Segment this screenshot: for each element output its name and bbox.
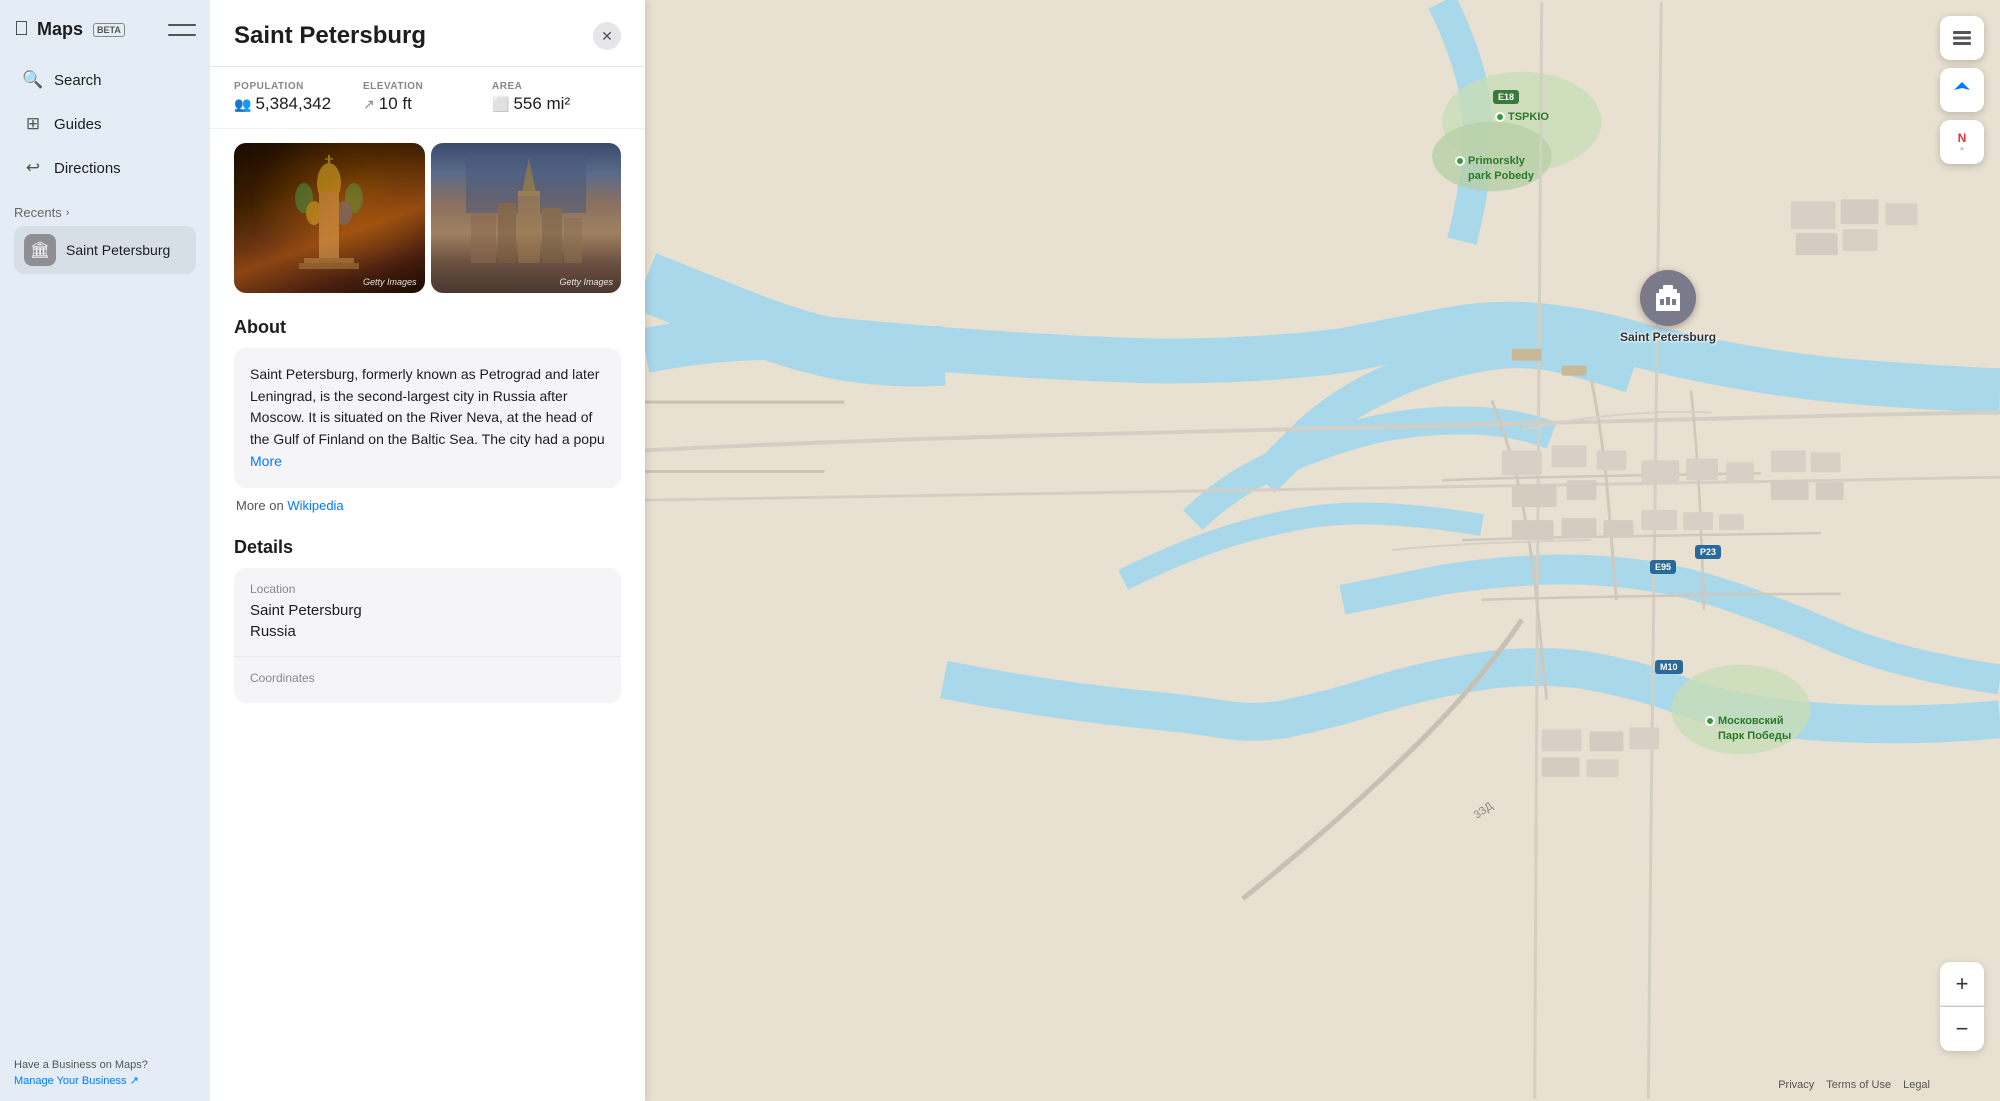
area-value: ⬜ 556 mi² <box>492 94 621 114</box>
poi-moskovsky: Московский Парк Победы <box>1705 715 1791 742</box>
nav-label-guides: Guides <box>54 116 102 133</box>
population-stat: POPULATION 👥 5,384,342 <box>234 81 363 114</box>
location-title: Saint Petersburg <box>234 22 426 50</box>
photo-2-caption: Getty Images <box>559 277 613 287</box>
area-label: AREA <box>492 81 621 92</box>
nav-label-directions: Directions <box>54 160 121 177</box>
pin-circle <box>1640 270 1696 326</box>
zoom-controls: + − <box>1940 962 1984 1051</box>
recent-item-saint-petersburg[interactable]: 🏛 Saint Petersburg <box>14 226 196 274</box>
road-badge-p23: P23 <box>1695 545 1721 559</box>
road-badge-m10: M10 <box>1655 660 1683 674</box>
app-title: Maps <box>37 19 83 40</box>
poi-dot-tspkio <box>1495 112 1505 122</box>
coordinates-row: Coordinates <box>234 657 621 703</box>
privacy-link[interactable]: Privacy <box>1778 1079 1814 1091</box>
elevation-icon: ↗ <box>363 96 375 113</box>
photo-1-caption: Getty Images <box>363 277 417 287</box>
photos-row: Getty Images <box>210 129 645 307</box>
nav-item-guides[interactable]: ⊞ Guides <box>10 103 200 145</box>
layers-icon <box>1951 27 1973 49</box>
compass-dot: ● <box>1960 145 1965 153</box>
compass-button[interactable]: N ● <box>1940 120 1984 164</box>
manage-business-link[interactable]: Manage Your Business ↗ <box>14 1074 196 1087</box>
recents-section: Recents › 🏛 Saint Petersburg <box>0 195 210 280</box>
area-icon: ⬜ <box>492 96 509 113</box>
recents-chevron-icon: › <box>66 207 70 219</box>
guides-icon: ⊞ <box>22 113 44 135</box>
legal-link[interactable]: Legal <box>1903 1079 1930 1091</box>
location-value: Saint PetersburgRussia <box>250 600 605 642</box>
sidebar-footer: Have a Business on Maps? Manage Your Bus… <box>0 1045 210 1101</box>
population-value: 👥 5,384,342 <box>234 94 363 114</box>
elevation-value: ↗ 10 ft <box>363 94 492 114</box>
about-section: About Saint Petersburg, formerly known a… <box>210 307 645 527</box>
wikipedia-link-row: More on Wikipedia <box>234 498 621 513</box>
photo-placeholder-2 <box>431 143 622 293</box>
recents-label[interactable]: Recents › <box>14 205 196 220</box>
elevation-stat: ELEVATION ↗ 10 ft <box>363 81 492 114</box>
about-title: About <box>234 317 621 338</box>
map-area[interactable]: 3ЗД TSPKIO Primorskly park Pobedy Москов… <box>645 0 2000 1101</box>
zoom-out-button[interactable]: − <box>1940 1007 1984 1051</box>
location-arrow-icon <box>1952 80 1972 100</box>
sidebar:  Maps BETA 🔍 Search ⊞ Guides ↩ Directio… <box>0 0 210 1101</box>
nav-label-search: Search <box>54 72 102 89</box>
elevation-label: ELEVATION <box>363 81 492 92</box>
about-card: Saint Petersburg, formerly known as Petr… <box>234 348 621 488</box>
road-badge-e18: E18 <box>1493 90 1519 104</box>
poi-dot-primorskly <box>1455 156 1465 166</box>
directions-icon: ↩ <box>22 157 44 179</box>
city-icon <box>1653 283 1683 313</box>
details-title: Details <box>234 537 621 558</box>
map-svg: 3ЗД <box>645 0 2000 1101</box>
panel-header: Saint Petersburg ✕ <box>210 0 645 67</box>
poi-primorskly: Primorskly park Pobedy <box>1455 155 1534 182</box>
stats-row: POPULATION 👥 5,384,342 ELEVATION ↗ 10 ft… <box>210 67 645 129</box>
map-layers-button[interactable] <box>1940 16 1984 60</box>
location-row: Location Saint PetersburgRussia <box>234 568 621 657</box>
details-section: Details Location Saint PetersburgRussia … <box>210 527 645 723</box>
detail-panel: Saint Petersburg ✕ POPULATION 👥 5,384,34… <box>210 0 645 1101</box>
zoom-in-button[interactable]: + <box>1940 962 1984 1006</box>
business-text: Have a Business on Maps? <box>14 1059 196 1071</box>
search-icon: 🔍 <box>22 69 44 91</box>
apple-logo-icon:  <box>14 18 29 41</box>
recent-item-icon: 🏛 <box>24 234 56 266</box>
detail-card: Location Saint PetersburgRussia Coordina… <box>234 568 621 703</box>
sidebar-header:  Maps BETA <box>0 0 210 53</box>
photo-card-1[interactable]: Getty Images <box>234 143 425 293</box>
sidebar-nav: 🔍 Search ⊞ Guides ↩ Directions <box>0 53 210 195</box>
close-button[interactable]: ✕ <box>593 22 621 50</box>
map-controls-top-right: N ● <box>1940 16 1984 164</box>
sidebar-toggle-button[interactable] <box>168 20 196 40</box>
wikipedia-link[interactable]: Wikipedia <box>287 498 343 513</box>
pin-label: Saint Petersburg <box>1620 330 1716 344</box>
about-text: Saint Petersburg, formerly known as Petr… <box>250 364 605 472</box>
more-link[interactable]: More <box>250 453 282 469</box>
photo-placeholder-1 <box>234 143 425 293</box>
coordinates-label: Coordinates <box>250 671 605 685</box>
map-pin-saint-petersburg[interactable]: Saint Petersburg <box>1620 270 1716 344</box>
location-label: Location <box>250 582 605 596</box>
compass-n-label: N <box>1958 131 1967 145</box>
terms-link[interactable]: Terms of Use <box>1826 1079 1891 1091</box>
recent-item-label: Saint Petersburg <box>66 242 170 258</box>
location-button[interactable] <box>1940 68 1984 112</box>
area-stat: AREA ⬜ 556 mi² <box>492 81 621 114</box>
population-icon: 👥 <box>234 96 251 113</box>
population-label: POPULATION <box>234 81 363 92</box>
road-badge-e95: E95 <box>1650 560 1676 574</box>
photo-card-2[interactable]: Getty Images <box>431 143 622 293</box>
nav-item-search[interactable]: 🔍 Search <box>10 59 200 101</box>
nav-item-directions[interactable]: ↩ Directions <box>10 147 200 189</box>
poi-dot-moskovsky <box>1705 716 1715 726</box>
map-footer: Privacy Terms of Use Legal <box>1778 1079 1930 1091</box>
poi-tspkio: TSPKIO <box>1495 111 1549 123</box>
beta-badge: BETA <box>93 23 125 37</box>
